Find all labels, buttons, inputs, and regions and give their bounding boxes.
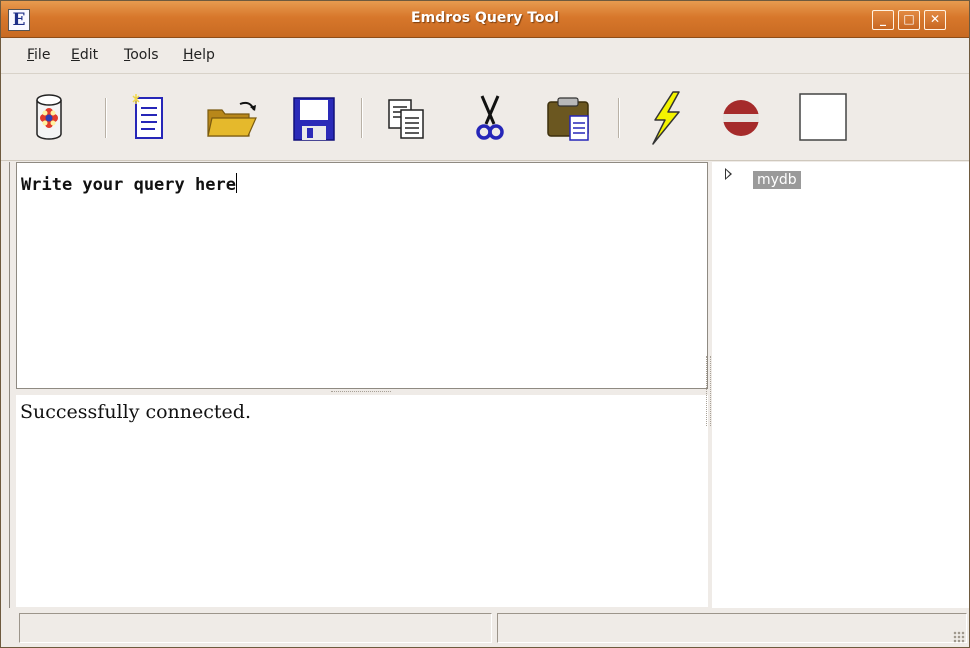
query-text-wrap[interactable]: Write your query here xyxy=(21,173,237,195)
save-icon[interactable] xyxy=(286,90,342,146)
toolbar-separator xyxy=(105,98,106,138)
title-bar[interactable]: E Emdros Query Tool _ □ ✕ xyxy=(1,1,969,38)
text-caret xyxy=(235,173,237,193)
open-folder-icon[interactable] xyxy=(204,90,260,146)
query-editor[interactable]: Write your query here xyxy=(16,162,708,389)
toolbar xyxy=(1,74,969,161)
new-document-icon[interactable] xyxy=(121,90,177,146)
stop-icon[interactable] xyxy=(713,90,769,146)
status-field-right xyxy=(497,613,967,643)
minimize-button[interactable]: _ xyxy=(872,10,894,30)
status-field-left xyxy=(19,613,492,643)
toolbar-separator xyxy=(618,98,619,138)
menu-help[interactable]: Help xyxy=(183,47,215,63)
status-bar xyxy=(1,610,969,647)
result-output[interactable]: Successfully connected. xyxy=(16,395,708,607)
database-tree[interactable]: mydb xyxy=(712,162,969,608)
expand-arrow-icon[interactable] xyxy=(725,168,732,180)
connect-icon[interactable] xyxy=(21,90,77,146)
menu-file[interactable]: File xyxy=(27,47,50,63)
execute-icon[interactable] xyxy=(639,90,695,146)
query-text[interactable]: Write your query here xyxy=(21,175,236,195)
window-title: Emdros Query Tool xyxy=(411,10,559,26)
result-text: Successfully connected. xyxy=(20,401,251,423)
copy-icon[interactable] xyxy=(379,90,435,146)
vertical-splitter[interactable] xyxy=(706,356,711,426)
tree-node-db[interactable]: mydb xyxy=(753,171,801,189)
paste-icon[interactable] xyxy=(542,90,598,146)
cut-icon[interactable] xyxy=(462,90,518,146)
maximize-button[interactable]: □ xyxy=(898,10,920,30)
menu-edit[interactable]: Edit xyxy=(71,47,98,63)
menu-tools[interactable]: Tools xyxy=(124,47,159,63)
toolbar-separator xyxy=(361,98,362,138)
resize-grip-icon[interactable] xyxy=(953,631,965,643)
frame-edge xyxy=(9,162,10,608)
close-button[interactable]: ✕ xyxy=(924,10,946,30)
blank-icon[interactable] xyxy=(795,90,851,146)
menu-bar: File Edit Tools Help xyxy=(1,37,969,74)
main-window: E Emdros Query Tool _ □ ✕ File Edit Tool… xyxy=(0,0,970,648)
